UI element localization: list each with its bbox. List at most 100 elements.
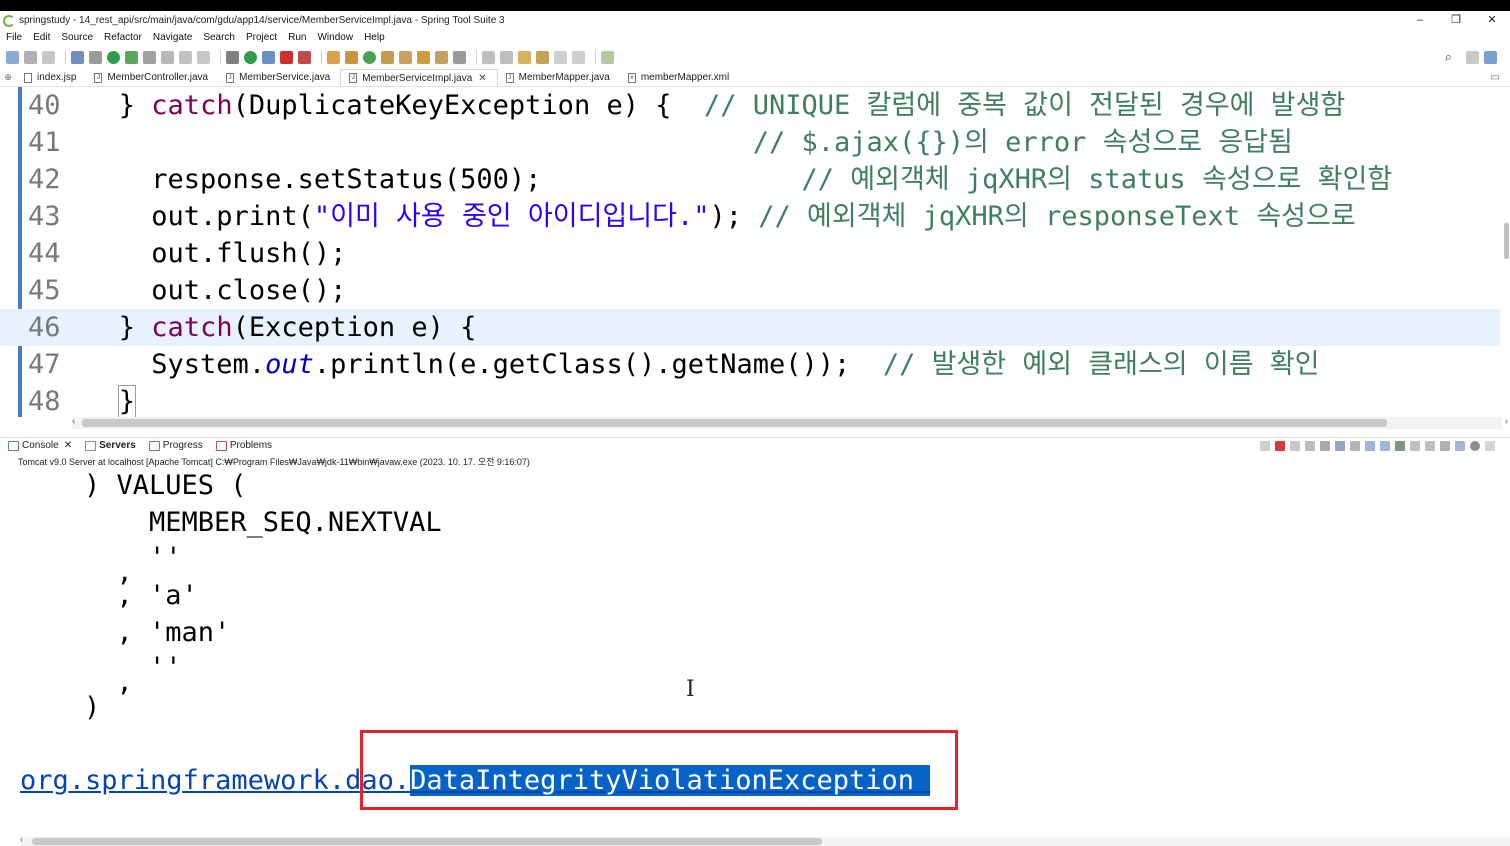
editor-tab-member-mapper-java[interactable]: J MemberMapper.java bbox=[498, 69, 620, 86]
tab-servers[interactable]: Servers bbox=[77, 440, 141, 451]
maximize-editor-icon[interactable]: ▭ bbox=[1491, 72, 1510, 83]
last-edit-location-icon[interactable] bbox=[518, 50, 531, 64]
scrollbar-thumb[interactable] bbox=[32, 838, 822, 845]
show-on-stdout-icon[interactable] bbox=[1365, 440, 1375, 451]
run-icon[interactable] bbox=[244, 50, 257, 64]
remove-launch-icon[interactable] bbox=[1260, 440, 1270, 451]
open-type-icon[interactable] bbox=[381, 50, 394, 64]
scrollbar-thumb[interactable] bbox=[82, 419, 1387, 427]
menu-run[interactable]: Run bbox=[282, 32, 311, 43]
exception-package[interactable]: org.springframework.dao. bbox=[20, 765, 410, 796]
menu-window[interactable]: Window bbox=[311, 32, 358, 43]
minimize-view-icon[interactable] bbox=[1485, 440, 1495, 451]
scroll-lock-icon[interactable] bbox=[1335, 440, 1345, 451]
open-resource-icon[interactable] bbox=[435, 50, 448, 64]
show-whitespace-icon[interactable] bbox=[197, 50, 210, 64]
java-perspective-icon[interactable] bbox=[1484, 50, 1497, 64]
pin-console-icon[interactable] bbox=[1395, 440, 1405, 451]
format-icon[interactable] bbox=[179, 50, 192, 64]
save-icon[interactable] bbox=[24, 50, 37, 64]
editor-horizontal-scrollbar[interactable]: ‹ › bbox=[72, 416, 1508, 429]
code-line[interactable]: 43 out.print("이미 사용 중인 아이디입니다."); // 예외객… bbox=[0, 198, 1500, 235]
menu-file[interactable]: File bbox=[0, 32, 27, 43]
terminate-icon[interactable] bbox=[1275, 440, 1285, 451]
back-icon[interactable] bbox=[536, 50, 549, 64]
tab-problems[interactable]: Problems bbox=[208, 440, 277, 451]
clear-console-icon[interactable] bbox=[1320, 440, 1330, 451]
terminal-icon[interactable] bbox=[71, 50, 84, 64]
code-line[interactable]: 48 } bbox=[0, 383, 1500, 417]
code-line[interactable]: 45 out.close(); bbox=[0, 272, 1500, 309]
previous-annotation-icon[interactable] bbox=[500, 50, 513, 64]
console-output[interactable]: ) VALUES ( MEMBER_SEQ.NEXTVAL '' , , 'a'… bbox=[0, 467, 1510, 837]
editor-tab-member-mapper-xml[interactable]: x memberMapper.xml bbox=[620, 69, 739, 86]
start-server-icon[interactable] bbox=[107, 50, 120, 64]
code-line[interactable]: 44 out.flush(); bbox=[0, 235, 1500, 272]
code-line[interactable]: 40 } catch(DuplicateKeyException e) { //… bbox=[0, 87, 1500, 124]
editor-vertical-scrollbar[interactable] bbox=[1502, 87, 1510, 417]
coverage-icon[interactable] bbox=[262, 50, 275, 64]
menu-edit[interactable]: Edit bbox=[27, 32, 55, 43]
console-horizontal-scrollbar[interactable]: ‹ bbox=[20, 834, 1510, 846]
open-task-icon[interactable] bbox=[399, 50, 412, 64]
menu-refactor[interactable]: Refactor bbox=[98, 32, 147, 43]
deploy-icon[interactable] bbox=[143, 50, 156, 64]
new-java-project-icon[interactable] bbox=[327, 50, 340, 64]
link-icon[interactable] bbox=[1455, 440, 1465, 451]
code-line-current[interactable]: 46 } catch(Exception e) { bbox=[0, 309, 1500, 346]
save-all-icon[interactable] bbox=[42, 50, 55, 64]
remove-all-icon[interactable] bbox=[1305, 440, 1315, 451]
forward-dropdown-icon[interactable] bbox=[572, 50, 585, 64]
close-tab-icon[interactable]: ✕ bbox=[478, 73, 486, 84]
package-explorer-minimized-icon[interactable]: ⊕ bbox=[0, 72, 16, 83]
scrollbar-thumb[interactable] bbox=[1504, 223, 1509, 259]
stop-icon[interactable] bbox=[280, 50, 293, 64]
show-on-stderr-icon[interactable] bbox=[1380, 440, 1390, 451]
skip-breakpoints-icon[interactable] bbox=[89, 50, 102, 64]
publish-icon[interactable] bbox=[161, 50, 174, 64]
editor-tab-member-service-impl[interactable]: J MemberServiceImpl.java ✕ bbox=[340, 69, 498, 86]
search-toolbar-icon[interactable] bbox=[417, 50, 430, 64]
code-line[interactable]: 41 // $.ajax({})의 error 속성으로 응답됨 bbox=[0, 124, 1500, 161]
code-string: "이미 사용 중인 아이디입니다." bbox=[313, 201, 710, 232]
menu-source[interactable]: Source bbox=[55, 32, 98, 43]
editor-tab-index-jsp[interactable]: index.jsp bbox=[16, 69, 86, 86]
new-icon[interactable] bbox=[6, 50, 19, 64]
code-editor[interactable]: 40 } catch(DuplicateKeyException e) { //… bbox=[0, 87, 1510, 417]
editor-tab-member-service[interactable]: J MemberService.java bbox=[218, 69, 340, 86]
next-annotation-icon[interactable] bbox=[482, 50, 495, 64]
minimize-button[interactable]: – bbox=[1402, 11, 1438, 30]
scroll-left-icon[interactable]: ‹ bbox=[72, 416, 75, 427]
display-selected-console-icon[interactable] bbox=[1410, 440, 1420, 451]
menu-search[interactable]: Search bbox=[197, 32, 240, 43]
forward-icon[interactable] bbox=[554, 50, 567, 64]
code-line[interactable]: 47 System.out.println(e.getClass().getNa… bbox=[0, 346, 1500, 383]
external-tools-icon[interactable] bbox=[298, 50, 311, 64]
refresh-icon[interactable] bbox=[125, 50, 138, 64]
menu-help[interactable]: Help bbox=[358, 32, 390, 43]
new-package-icon[interactable] bbox=[345, 50, 358, 64]
tab-progress[interactable]: Progress bbox=[141, 440, 208, 451]
editor-tab-member-controller[interactable]: J MemberController.java bbox=[86, 69, 218, 86]
debug-icon[interactable] bbox=[226, 50, 239, 64]
code-text: response.setStatus(500); // 예외객체 jqXHR의 … bbox=[70, 161, 1392, 198]
menu-navigate[interactable]: Navigate bbox=[147, 32, 197, 43]
new-class-icon[interactable] bbox=[363, 50, 376, 64]
gear-icon[interactable] bbox=[1470, 440, 1480, 451]
copy-icon[interactable] bbox=[1440, 440, 1450, 451]
restore-button[interactable]: ❐ bbox=[1438, 11, 1474, 30]
scroll-right-icon[interactable]: › bbox=[1505, 416, 1508, 427]
word-wrap-icon[interactable] bbox=[1350, 440, 1360, 451]
quick-access-search-icon[interactable]: ⌕ bbox=[1445, 49, 1452, 65]
menu-project[interactable]: Project bbox=[240, 32, 282, 43]
scroll-left-icon[interactable]: ‹ bbox=[20, 834, 23, 844]
close-tab-icon[interactable]: ✕ bbox=[64, 440, 72, 451]
pin-editor-icon[interactable] bbox=[601, 50, 614, 64]
toggle-mark-icon[interactable] bbox=[453, 50, 466, 64]
close-window-button[interactable]: ✕ bbox=[1474, 11, 1510, 30]
remove-all-terminated-icon[interactable] bbox=[1290, 440, 1300, 451]
code-line[interactable]: 42 response.setStatus(500); // 예외객체 jqXH… bbox=[0, 161, 1500, 198]
open-perspective-icon[interactable] bbox=[1466, 50, 1479, 64]
open-console-icon[interactable] bbox=[1425, 440, 1435, 451]
tab-console[interactable]: Console ✕ bbox=[0, 440, 77, 451]
